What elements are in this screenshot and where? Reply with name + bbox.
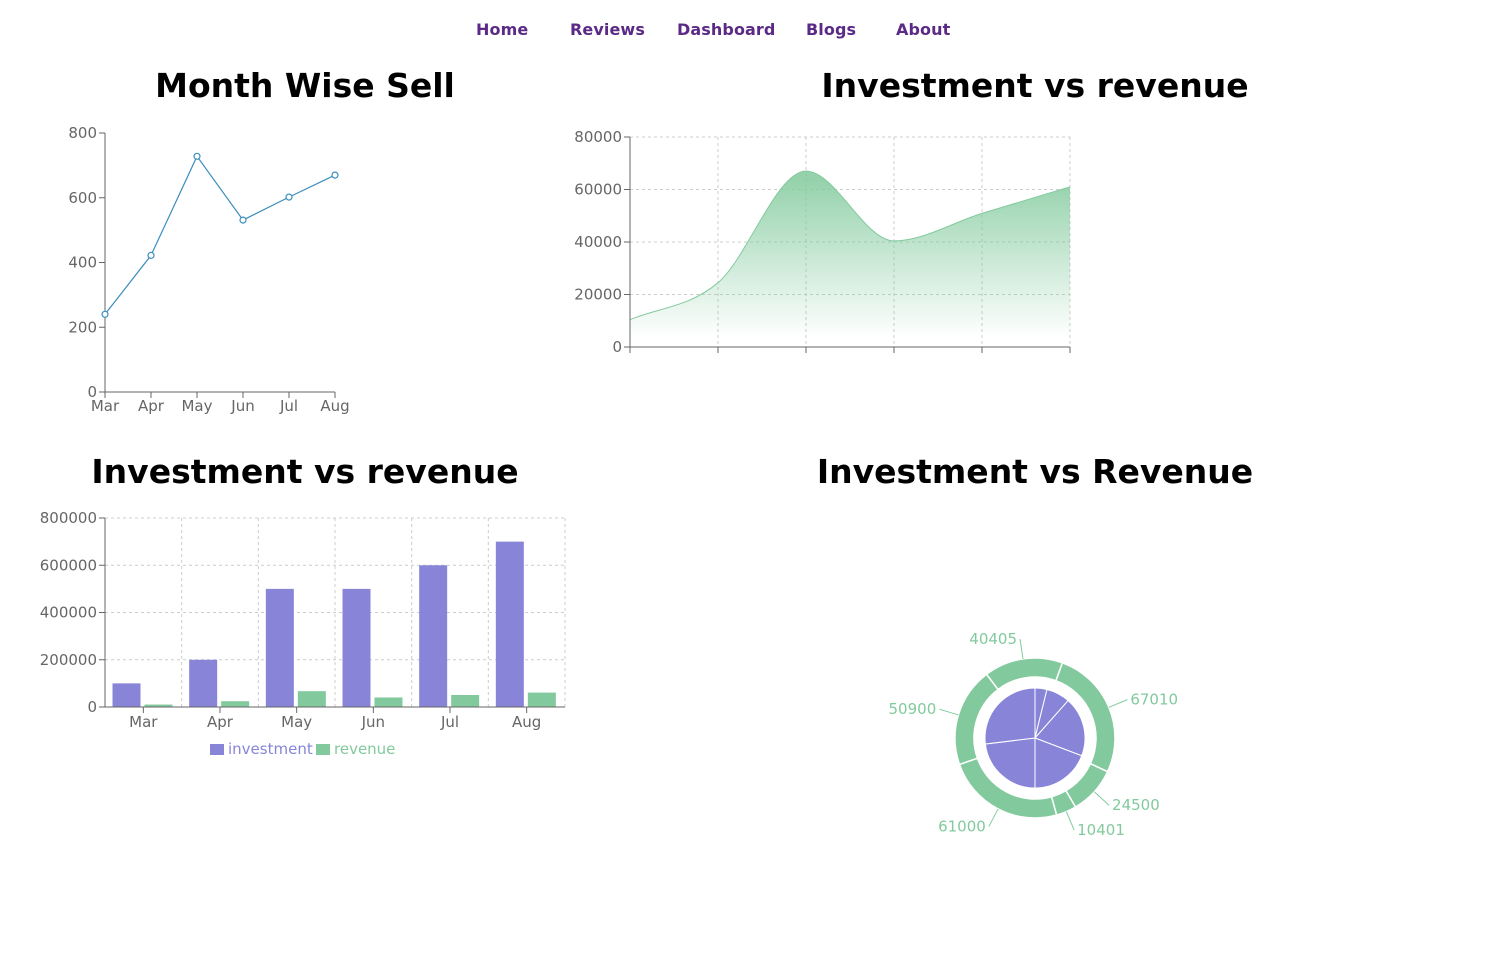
pie-slice-label: 67010 — [1130, 691, 1178, 709]
pie-label-line — [939, 708, 959, 716]
pie-slice-label: 24500 — [1112, 796, 1160, 814]
pie-label-line — [1065, 811, 1075, 831]
pie-label-line — [1019, 639, 1024, 659]
pie-slice-label: 10401 — [1077, 821, 1125, 839]
pie-label-line — [988, 808, 999, 827]
pie-slice-label: 40405 — [969, 630, 1017, 648]
pie-chart: 67010 24500 10401 61000 50900 40405 — [889, 630, 1179, 839]
pie-inner-slice — [984, 737, 1036, 789]
pie-slice-label: 50900 — [889, 700, 937, 718]
pie-slice-label: 61000 — [938, 818, 986, 836]
pie-inner-slice — [984, 687, 1036, 745]
pie-label-line — [1093, 791, 1110, 806]
pie-label-line — [1108, 699, 1128, 708]
pie-outer-slice — [985, 657, 1064, 691]
